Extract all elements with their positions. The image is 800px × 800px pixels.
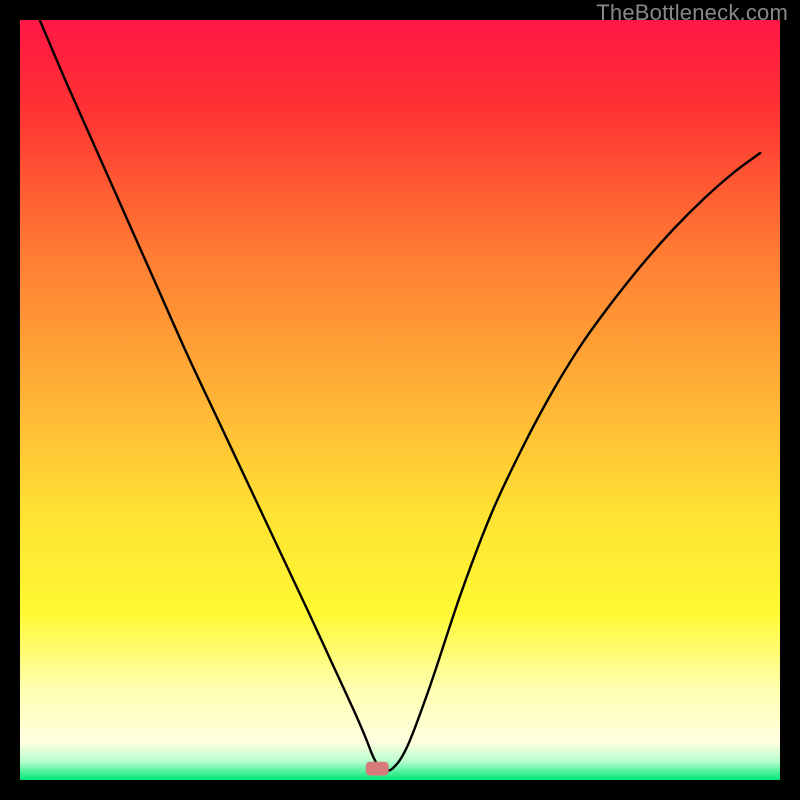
gradient-background — [20, 20, 780, 780]
watermark-text: TheBottleneck.com — [596, 0, 788, 26]
chart-frame — [20, 20, 780, 780]
bottleneck-chart — [20, 20, 780, 780]
optimum-marker — [366, 762, 389, 776]
